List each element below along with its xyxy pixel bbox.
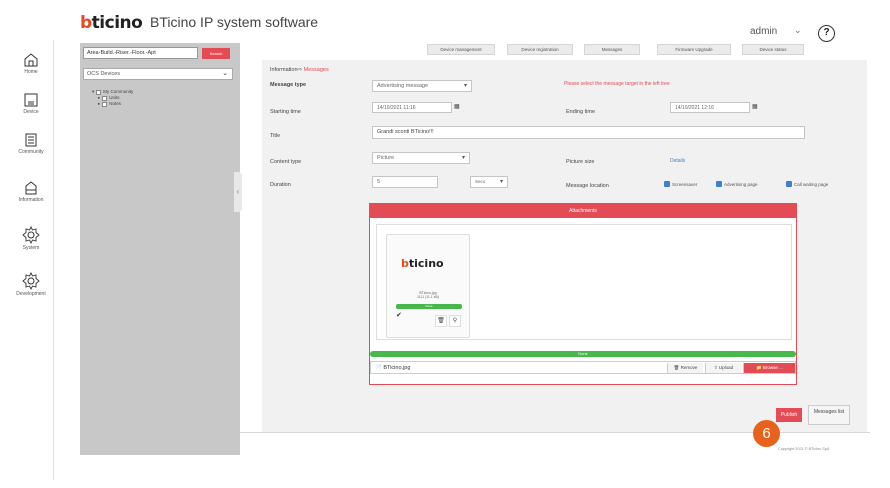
app-title: BTicino IP system software	[150, 14, 319, 30]
starting-time-input[interactable]: 14/10/2021 11:16	[372, 102, 452, 113]
sidebar-item-label: System	[22, 245, 40, 251]
attachment-thumbnail: bticino BTicino.jpg 1111 (11.1 kB) Done …	[386, 234, 470, 338]
toolbar: Device management Device registration Me…	[262, 44, 862, 58]
chevron-right-icon: ⇨	[297, 67, 303, 73]
ending-time-label: Ending time	[566, 109, 596, 115]
duration-input[interactable]: 5	[372, 176, 438, 188]
sidebar-nav: Home Device Community Information System…	[8, 40, 54, 480]
message-location-label: Message location	[566, 183, 609, 189]
calendar-icon[interactable]: ▦	[454, 103, 460, 110]
sidebar-item-label: Device	[23, 109, 39, 115]
search-button[interactable]: Search	[202, 48, 230, 59]
tree-checkbox[interactable]	[102, 95, 108, 101]
tree-checkbox[interactable]	[102, 101, 108, 107]
sidebar-item-development[interactable]: Development	[8, 272, 54, 306]
breadcrumb-root[interactable]: Information	[270, 67, 298, 73]
device-management-button[interactable]: Device management	[427, 44, 495, 55]
sidebar-item-information[interactable]: Information	[8, 180, 54, 214]
message-type-label: Message type	[270, 82, 307, 88]
gear-icon	[22, 226, 40, 244]
information-icon	[25, 181, 37, 195]
device-registration-button[interactable]: Device registration	[507, 44, 573, 55]
help-button[interactable]: ?	[818, 25, 835, 42]
publish-button[interactable]: Publish	[776, 408, 802, 422]
location-call-waiting-page-checkbox[interactable]: Call waiting page	[786, 181, 828, 188]
device-status-button[interactable]: Device status	[742, 44, 804, 55]
sidebar-item-label: Development	[16, 291, 46, 297]
location-advertising-page-checkbox[interactable]: Advertising page	[716, 181, 758, 188]
chevron-down-icon: ⌄	[222, 70, 228, 77]
chevron-down-icon: ▾	[499, 179, 503, 185]
picture-size-label: Picture size	[566, 159, 595, 165]
checkbox-checked-icon	[786, 181, 792, 187]
duration-label: Duration	[270, 182, 291, 188]
zoom-icon[interactable]: ⚲	[449, 315, 461, 327]
message-form: Information⇨ Messages Message type Adver…	[262, 60, 867, 432]
upload-progress-bar: Done	[370, 351, 796, 357]
file-icon: 📄	[375, 365, 382, 371]
checkbox-checked-icon	[664, 181, 670, 187]
device-icon	[24, 93, 38, 107]
messages-list-button[interactable]: Messages list	[808, 405, 850, 425]
delete-icon[interactable]: 🗑	[435, 315, 447, 327]
device-tree-panel: Area-Build.-Riser.-Floor.-Apt Search OCS…	[80, 43, 240, 455]
sidebar-item-label: Information	[18, 197, 44, 203]
ending-time-input[interactable]: 14/10/2021 12:16	[670, 102, 750, 113]
breadcrumb-current: Messages	[303, 67, 329, 73]
community-icon	[25, 133, 37, 147]
attachments-panel: Attachments bticino BTicino.jpg 1111 (11…	[369, 203, 797, 385]
thumbnail-logo: bticino	[401, 257, 444, 270]
sidebar-item-system[interactable]: System	[8, 226, 54, 260]
device-tree: ▾ My Community ▸ Units ▸ Notes	[92, 89, 133, 107]
upload-button[interactable]: ⇧ Upload	[705, 363, 741, 373]
duration-unit-select[interactable]: Seco ▾	[470, 176, 508, 188]
step-number-badge: 6	[753, 420, 780, 447]
sidebar-item-home[interactable]: Home	[8, 52, 54, 86]
target-hint: Please select the message target in the …	[564, 81, 670, 87]
title-input[interactable]: Grandi sconti BTicino!!!	[372, 126, 805, 139]
message-type-select[interactable]: Advertising message ▾	[372, 80, 472, 92]
tree-checkbox[interactable]	[96, 89, 102, 95]
app-header: bticino BTicino IP system software admin…	[0, 0, 890, 42]
picture-size-details-link[interactable]: Details	[670, 158, 685, 164]
breadcrumb: Information⇨ Messages	[270, 67, 329, 73]
panel-collapse-handle[interactable]: ‹	[234, 172, 242, 212]
copyright-text: Copyright 2021 © BTicino SpA	[778, 447, 830, 451]
thumbnail-status: Done	[396, 304, 462, 309]
attachment-drop-zone[interactable]: bticino BTicino.jpg 1111 (11.1 kB) Done …	[376, 224, 792, 340]
sidebar-item-label: Community	[18, 149, 44, 155]
user-menu[interactable]: admin	[750, 26, 777, 37]
checkbox-checked-icon	[716, 181, 722, 187]
chevron-down-icon: ▾	[461, 155, 465, 161]
starting-time-label: Starting time	[270, 109, 301, 115]
chevron-down-icon: ▾	[463, 83, 467, 89]
firmware-upgrade-button[interactable]: Firmware Upgrade	[657, 44, 731, 55]
content-type-select[interactable]: Picture ▾	[372, 152, 470, 164]
bticino-logo[interactable]: bticino	[80, 13, 143, 33]
thumbnail-file-info: BTicino.jpg 1111 (11.1 kB)	[417, 291, 439, 299]
title-label: Title	[270, 133, 281, 139]
sidebar-item-device[interactable]: Device	[8, 92, 54, 126]
home-icon	[24, 53, 38, 67]
sidebar-item-label: Home	[24, 69, 38, 75]
attachments-header: Attachments	[370, 204, 796, 218]
selected-file-name: 📄 BTicino.jpg	[375, 365, 411, 371]
remove-button[interactable]: 🗑 Remove	[667, 363, 703, 373]
devices-select[interactable]: OCS Devices ⌄	[83, 68, 233, 80]
browse-button[interactable]: 📁 Browse ...	[743, 363, 795, 373]
tree-node[interactable]: ▸ Notes	[92, 101, 133, 107]
content-type-label: Content type	[270, 159, 302, 165]
file-input-row: 📄 BTicino.jpg 🗑 Remove ⇧ Upload 📁 Browse…	[370, 361, 796, 374]
upload-success-icon: ✔	[396, 312, 402, 319]
location-screensaver-checkbox[interactable]: Screensaver	[664, 181, 697, 188]
messages-button[interactable]: Messages	[584, 44, 640, 55]
address-search-input[interactable]: Area-Build.-Riser.-Floor.-Apt	[83, 47, 198, 59]
gear-icon	[22, 272, 40, 290]
chevron-down-icon[interactable]: ⌄	[794, 25, 802, 36]
sidebar-item-community[interactable]: Community	[8, 132, 54, 166]
devices-select-value: OCS Devices	[87, 71, 121, 77]
calendar-icon[interactable]: ▦	[752, 103, 758, 110]
